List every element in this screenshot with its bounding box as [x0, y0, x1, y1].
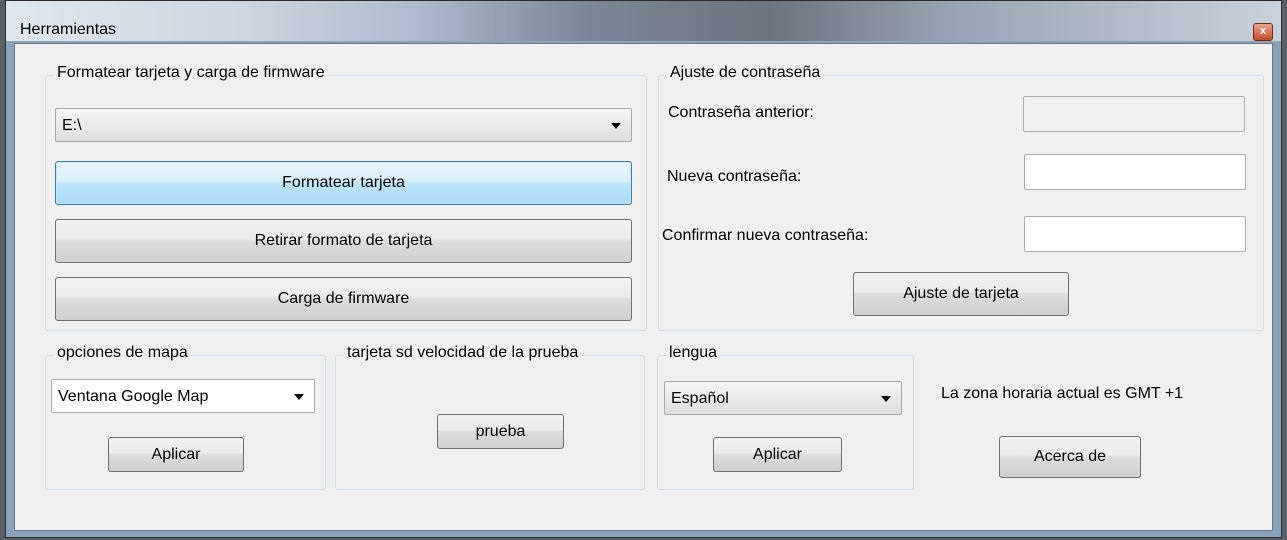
map-options-legend: opciones de mapa — [54, 344, 191, 362]
old-password-field — [1023, 96, 1245, 132]
card-settings-button[interactable]: Ajuste de tarjeta — [853, 272, 1069, 316]
title-bar[interactable]: Herramientas x — [6, 1, 1281, 41]
language-select[interactable]: Español — [664, 381, 902, 415]
chevron-down-icon — [294, 394, 304, 400]
client-area: Formatear tarjeta y carga de firmware E:… — [14, 43, 1273, 531]
language-legend: lengua — [666, 344, 721, 362]
about-button[interactable]: Acerca de — [999, 436, 1141, 478]
chevron-down-icon — [611, 123, 621, 129]
map-options-group: opciones de mapa Ventana Google Map Apli… — [45, 344, 326, 490]
sd-test-button[interactable]: prueba — [437, 414, 564, 449]
sd-test-group: tarjeta sd velocidad de la prueba prueba — [335, 344, 645, 490]
unformat-card-button[interactable]: Retirar formato de tarjeta — [55, 219, 632, 263]
old-password-label: Contraseña anterior: — [668, 104, 814, 121]
password-group-legend: Ajuste de contraseña — [667, 64, 824, 82]
map-select[interactable]: Ventana Google Map — [51, 379, 315, 413]
firmware-load-button[interactable]: Carga de firmware — [55, 277, 632, 321]
timezone-text: La zona horaria actual es GMT +1 — [941, 385, 1184, 402]
window-title: Herramientas — [20, 21, 117, 38]
sd-test-legend: tarjeta sd velocidad de la prueba — [344, 344, 582, 362]
format-card-button[interactable]: Formatear tarjeta — [55, 161, 632, 205]
drive-select-value: E:\ — [62, 117, 82, 134]
format-group: Formatear tarjeta y carga de firmware E:… — [45, 64, 647, 331]
format-group-legend: Formatear tarjeta y carga de firmware — [54, 64, 328, 82]
password-group: Ajuste de contraseña Contraseña anterior… — [658, 64, 1264, 331]
confirm-password-label: Confirmar nueva contraseña: — [662, 227, 869, 244]
confirm-password-field[interactable] — [1024, 216, 1246, 252]
new-password-field[interactable] — [1024, 154, 1246, 190]
map-select-value: Ventana Google Map — [58, 388, 209, 405]
close-button[interactable]: x — [1253, 23, 1273, 41]
new-password-label: Nueva contraseña: — [667, 168, 802, 185]
tools-window: Herramientas x Formatear tarjeta y carga… — [5, 0, 1282, 538]
chevron-down-icon — [881, 396, 891, 402]
language-apply-button[interactable]: Aplicar — [713, 437, 842, 472]
language-group: lengua Español Aplicar — [657, 344, 914, 490]
close-icon: x — [1259, 25, 1267, 37]
language-select-value: Español — [671, 390, 729, 407]
drive-select[interactable]: E:\ — [55, 108, 632, 142]
map-apply-button[interactable]: Aplicar — [108, 437, 244, 472]
